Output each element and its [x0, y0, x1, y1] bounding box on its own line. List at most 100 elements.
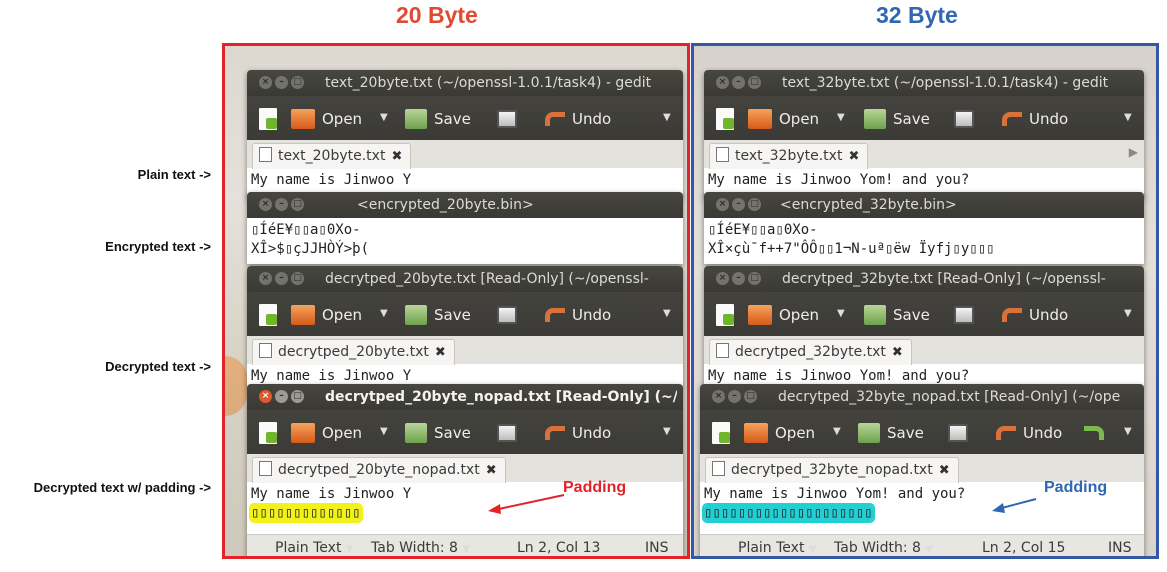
minimize-icon[interactable]: – — [275, 390, 288, 403]
tab-width-selector[interactable]: Tab Width: 8 ▼ — [834, 535, 933, 556]
text-area[interactable]: My name is Jinwoo Y — [247, 364, 683, 386]
new-button[interactable] — [259, 410, 277, 454]
undo-button[interactable]: Undo — [545, 96, 611, 140]
maximize-icon[interactable]: □ — [748, 272, 761, 285]
tab-close-icon[interactable]: ✖ — [892, 345, 903, 360]
minimize-icon[interactable]: – — [275, 272, 288, 285]
toolbar-menu-caret-icon[interactable]: ▼ — [1124, 410, 1132, 454]
title-bar[interactable]: × – □ text_20byte.txt (~/openssl-1.0.1/t… — [247, 70, 683, 96]
new-button[interactable] — [259, 292, 277, 336]
open-button[interactable]: Open — [744, 410, 815, 454]
close-icon[interactable]: × — [716, 272, 729, 285]
language-selector[interactable]: Plain Text ▼ — [275, 535, 354, 556]
title-bar[interactable]: × – □ decrytped_32byte.txt [Read-Only] (… — [704, 266, 1144, 292]
minimize-icon[interactable]: – — [275, 76, 288, 89]
open-button[interactable]: Open — [748, 96, 819, 140]
title-bar[interactable]: × – □ <encrypted_32byte.bin> — [704, 192, 1144, 218]
new-button[interactable] — [716, 292, 734, 336]
title-bar[interactable]: × – □ decrytped_20byte_nopad.txt [Read-O… — [247, 384, 683, 410]
minimize-icon[interactable]: – — [732, 76, 745, 89]
open-button[interactable]: Open — [748, 292, 819, 336]
close-icon[interactable]: × — [716, 198, 729, 211]
title-bar[interactable]: × – □ decrytped_20byte.txt [Read-Only] (… — [247, 266, 683, 292]
new-button[interactable] — [259, 96, 277, 140]
open-label: Open — [779, 109, 820, 128]
undo-button[interactable]: Undo — [1002, 96, 1068, 140]
undo-button[interactable]: Undo — [545, 410, 611, 454]
save-button[interactable]: Save — [405, 292, 471, 336]
open-dropdown-caret-icon[interactable]: ▼ — [380, 96, 388, 140]
open-button[interactable]: Open — [291, 410, 362, 454]
close-icon[interactable]: × — [259, 76, 272, 89]
close-icon[interactable]: × — [259, 390, 272, 403]
language-selector[interactable]: Plain Text ▼ — [738, 535, 817, 556]
tab-close-icon[interactable]: ✖ — [939, 463, 950, 478]
undo-button[interactable]: Undo — [545, 292, 611, 336]
save-button[interactable]: Save — [858, 410, 924, 454]
document-tab[interactable]: text_32byte.txt ✖ — [709, 143, 869, 169]
save-icon — [405, 108, 427, 129]
close-icon[interactable]: × — [259, 198, 272, 211]
print-button[interactable] — [497, 96, 517, 140]
document-tab[interactable]: decrytped_32byte_nopad.txt ✖ — [705, 457, 959, 483]
redo-button[interactable] — [1084, 410, 1104, 454]
text-area[interactable]: ▯ÍéE¥▯▯a▯0Xo- XÎ>$▯çJJHÒÝ>þ( — [247, 218, 683, 264]
save-button[interactable]: Save — [864, 96, 930, 140]
text-area[interactable]: ▯ÍéE¥▯▯a▯0Xo- XÎ×çù¯f++7"ÔÔ▯▯1¬N-uª▯ëw Ïy… — [704, 218, 1144, 264]
maximize-icon[interactable]: □ — [291, 272, 304, 285]
print-button[interactable] — [954, 96, 974, 140]
open-dropdown-caret-icon[interactable]: ▼ — [380, 410, 388, 454]
close-icon[interactable]: × — [716, 76, 729, 89]
tab-close-icon[interactable]: ✖ — [391, 149, 402, 164]
document-tab[interactable]: decrytped_32byte.txt ✖ — [709, 339, 912, 365]
tab-scroll-right-icon[interactable]: ▶ — [1129, 145, 1138, 159]
open-dropdown-caret-icon[interactable]: ▼ — [833, 410, 841, 454]
maximize-icon[interactable]: □ — [291, 390, 304, 403]
tab-width-selector[interactable]: Tab Width: 8 ▼ — [371, 535, 470, 556]
title-bar[interactable]: × – □ decrytped_32byte_nopad.txt [Read-O… — [700, 384, 1144, 410]
new-button[interactable] — [712, 410, 730, 454]
document-tab[interactable]: decrytped_20byte_nopad.txt ✖ — [252, 457, 506, 483]
toolbar-menu-caret-icon[interactable]: ▼ — [663, 410, 671, 454]
toolbar-menu-caret-icon[interactable]: ▼ — [663, 292, 671, 336]
new-button[interactable] — [716, 96, 734, 140]
maximize-icon[interactable]: □ — [291, 198, 304, 211]
toolbar-menu-caret-icon[interactable]: ▼ — [663, 96, 671, 140]
undo-button[interactable]: Undo — [1002, 292, 1068, 336]
title-bar[interactable]: × – □ <encrypted_20byte.bin> — [247, 192, 683, 218]
document-tab[interactable]: decrytped_20byte.txt ✖ — [252, 339, 455, 365]
toolbar-menu-caret-icon[interactable]: ▼ — [1124, 292, 1132, 336]
toolbar-menu-caret-icon[interactable]: ▼ — [1124, 96, 1132, 140]
maximize-icon[interactable]: □ — [291, 76, 304, 89]
open-button[interactable]: Open — [291, 292, 362, 336]
save-button[interactable]: Save — [405, 410, 471, 454]
tab-close-icon[interactable]: ✖ — [435, 345, 446, 360]
print-button[interactable] — [497, 292, 517, 336]
minimize-icon[interactable]: – — [732, 272, 745, 285]
maximize-icon[interactable]: □ — [748, 198, 761, 211]
open-dropdown-caret-icon[interactable]: ▼ — [837, 96, 845, 140]
document-tab[interactable]: text_20byte.txt ✖ — [252, 143, 412, 169]
open-dropdown-caret-icon[interactable]: ▼ — [380, 292, 388, 336]
save-button[interactable]: Save — [405, 96, 471, 140]
maximize-icon[interactable]: □ — [748, 76, 761, 89]
print-button[interactable] — [948, 410, 968, 454]
print-button[interactable] — [497, 410, 517, 454]
print-button[interactable] — [954, 292, 974, 336]
minimize-icon[interactable]: – — [732, 198, 745, 211]
title-bar[interactable]: × – □ text_32byte.txt (~/openssl-1.0.1/t… — [704, 70, 1144, 96]
minimize-icon[interactable]: – — [728, 390, 741, 403]
dropdown-caret-icon: ▼ — [808, 544, 817, 555]
text-area[interactable]: My name is Jinwoo Yom! and you? — [704, 364, 1144, 386]
save-label: Save — [434, 423, 471, 442]
open-button[interactable]: Open — [291, 96, 362, 140]
close-icon[interactable]: × — [712, 390, 725, 403]
tab-close-icon[interactable]: ✖ — [848, 149, 859, 164]
maximize-icon[interactable]: □ — [744, 390, 757, 403]
save-button[interactable]: Save — [864, 292, 930, 336]
open-dropdown-caret-icon[interactable]: ▼ — [837, 292, 845, 336]
minimize-icon[interactable]: – — [275, 198, 288, 211]
close-icon[interactable]: × — [259, 272, 272, 285]
undo-button[interactable]: Undo — [996, 410, 1062, 454]
tab-close-icon[interactable]: ✖ — [486, 463, 497, 478]
